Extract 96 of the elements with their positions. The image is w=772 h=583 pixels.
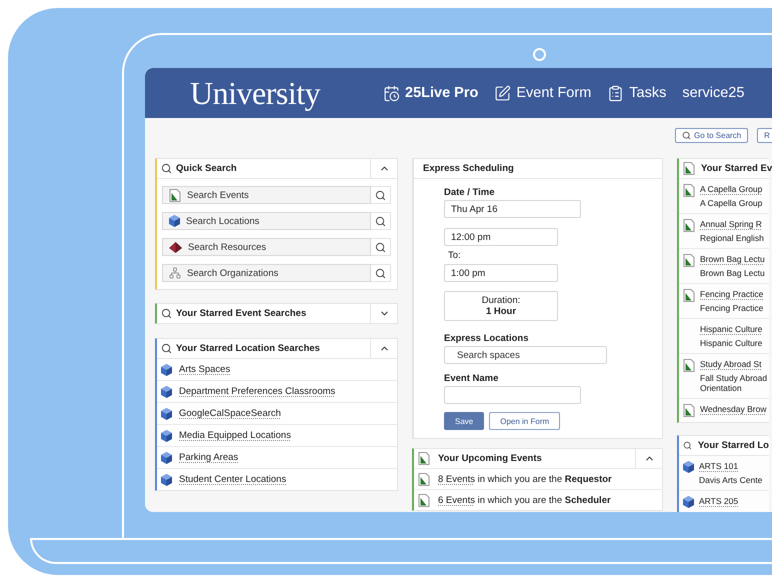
location-search-link[interactable]: Parking Areas [179, 452, 238, 463]
nav-item[interactable]: service25 [682, 85, 744, 101]
cube-icon [683, 496, 694, 508]
panel-title: Your Starred Lo [698, 440, 769, 451]
event-link[interactable]: A Capella Group [700, 184, 772, 194]
cube-icon [161, 408, 172, 420]
location-search-link[interactable]: GoogleCalSpaceSearch [179, 408, 281, 419]
pyramid-icon [169, 242, 182, 252]
save-button[interactable]: Save [444, 412, 484, 430]
event-link[interactable]: Brown Bag Lectu [700, 254, 772, 264]
location-link[interactable]: ARTS 101 [699, 461, 771, 471]
cube-icon [161, 364, 172, 376]
event-link[interactable]: Wednesday Brow [700, 404, 772, 414]
document-icon [683, 184, 695, 197]
to-label: To: [448, 250, 461, 261]
field-label: Event Name [444, 373, 498, 384]
duration-value: 1 Hour [486, 306, 516, 317]
search-button[interactable] [371, 238, 391, 256]
date-field[interactable]: Thu Apr 16 [444, 200, 581, 218]
location-search-link[interactable]: Department Preferences Classrooms [179, 386, 336, 397]
location-search-link[interactable]: Media Equipped Locations [179, 430, 291, 441]
location-search-link[interactable]: Student Center Locations [179, 474, 286, 485]
search-button[interactable] [371, 212, 391, 230]
search-icon [161, 163, 172, 174]
panel-title: Your Starred Location Searches [176, 343, 321, 354]
calendar-icon [383, 84, 400, 102]
upcoming-events-text: 8 Events in which you are the Requestor [438, 474, 612, 484]
panel-title: Quick Search [176, 163, 238, 174]
event-subtitle: Regional English [700, 233, 765, 243]
search-option[interactable]: Search Events [162, 186, 371, 204]
nav-item[interactable]: Tasks [607, 84, 666, 102]
toolbar-button[interactable]: R [757, 128, 772, 143]
clipboard-icon [607, 84, 624, 102]
search-icon [161, 308, 172, 319]
event-subtitle: A Capella Group [700, 198, 764, 208]
logo: University [190, 74, 322, 112]
document-icon [683, 219, 695, 232]
nav-item[interactable]: Event Form [494, 84, 592, 102]
event-link[interactable]: Fencing Practice [700, 289, 772, 299]
search-button[interactable] [371, 186, 391, 204]
location-subtitle: Davis Arts Cente [699, 475, 764, 485]
event-name-field[interactable] [444, 386, 581, 404]
search-option[interactable]: Search Locations [162, 212, 371, 230]
upcoming-events-text: 6 Events in which you are the Scheduler [438, 494, 611, 506]
panel-title: Express Scheduling [423, 163, 515, 174]
field-label: Date / Time [444, 187, 495, 198]
field-label: Express Locations [444, 333, 528, 344]
open-form-button[interactable]: Open in Form [489, 412, 560, 430]
event-subtitle: Fall Study Abroad Orientation [700, 373, 768, 393]
cube-icon [161, 452, 172, 464]
location-search-link[interactable]: Arts Spaces [179, 364, 230, 375]
event-subtitle: Hispanic Culture [700, 338, 764, 348]
search-option[interactable]: Search Organizations [162, 264, 371, 282]
panel-title: Your Upcoming Events [438, 453, 543, 464]
document-icon [169, 188, 181, 202]
document-icon [418, 472, 430, 486]
search-icon [375, 190, 386, 200]
search-icon [375, 268, 386, 278]
document-icon [683, 404, 695, 417]
edit-icon [494, 84, 512, 102]
event-subtitle: Brown Bag Lectu [700, 268, 766, 278]
location-link[interactable]: ARTS 205 [699, 496, 771, 506]
panel-title: Your Starred Event Searches [176, 308, 308, 319]
search-icon [682, 131, 691, 140]
start-time-field[interactable]: 12:00 pm [444, 228, 558, 246]
nav-item[interactable]: 25Live Pro [383, 84, 478, 102]
event-link[interactable]: Hispanic Culture [700, 324, 772, 334]
cube-icon [683, 461, 694, 473]
toolbar-button[interactable]: Go to Search [675, 128, 748, 143]
search-icon [375, 216, 386, 226]
org-chart-icon [169, 267, 181, 279]
search-button[interactable] [371, 264, 391, 282]
document-icon [683, 289, 695, 302]
cube-icon [161, 386, 172, 398]
document-icon [683, 359, 695, 372]
locations-search-field[interactable]: Search spaces [444, 346, 607, 364]
document-icon [683, 254, 695, 267]
document-icon [418, 494, 430, 506]
document-icon [418, 452, 430, 465]
search-icon [161, 343, 172, 354]
cube-icon [161, 430, 172, 442]
cube-icon [169, 215, 180, 227]
events-link[interactable]: 6 Events [438, 494, 475, 506]
search-icon [683, 440, 692, 451]
duration-label: Duration: [482, 295, 520, 306]
search-icon [375, 242, 386, 252]
events-link[interactable]: 8 Events [438, 474, 475, 484]
panel-title: Your Starred Ev [701, 163, 772, 174]
search-option[interactable]: Search Resources [162, 238, 371, 256]
event-link[interactable]: Annual Spring R [700, 219, 772, 229]
event-link[interactable]: Study Abroad St [700, 359, 772, 369]
cube-icon [161, 474, 172, 486]
document-icon [683, 162, 695, 175]
event-subtitle: Fencing Practice [700, 303, 764, 313]
camera-icon [533, 48, 546, 61]
end-time-field[interactable]: 1:00 pm [444, 264, 558, 282]
